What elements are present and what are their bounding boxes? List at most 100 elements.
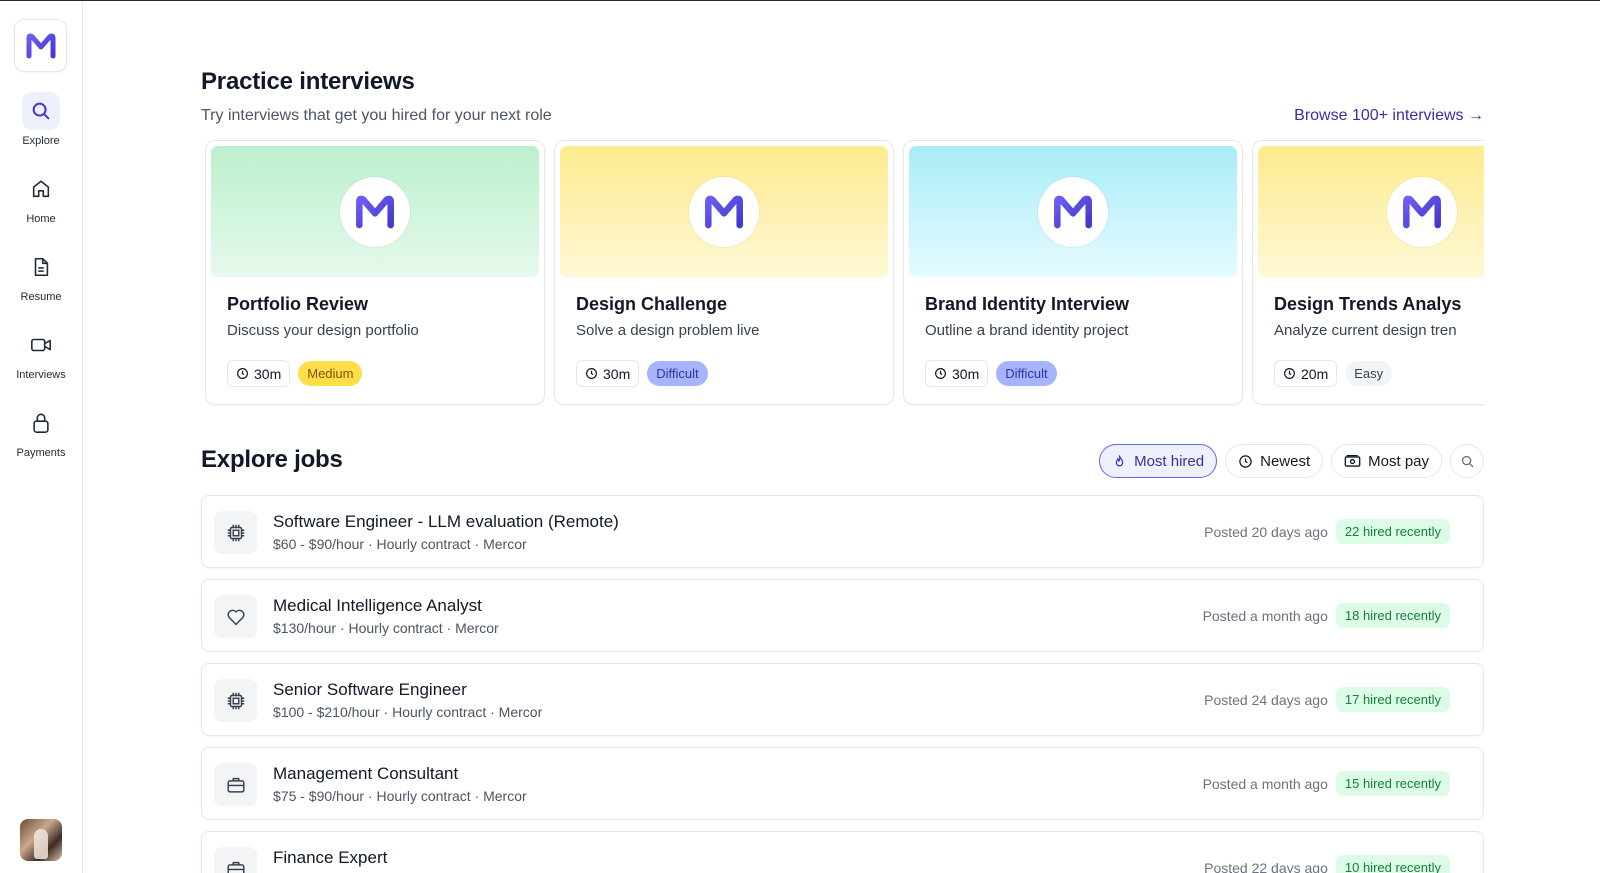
duration-value: 20m [1301, 365, 1329, 382]
card-meta: 30m Difficult [576, 360, 708, 387]
difficulty-badge: Difficult [996, 361, 1057, 386]
avatar[interactable] [20, 819, 62, 861]
heart-icon [214, 595, 257, 638]
sidebar-item-label: Resume [20, 291, 62, 303]
filter-newest[interactable]: Newest [1225, 444, 1324, 478]
browse-interviews-link[interactable]: Browse 100+ interviews → [1294, 107, 1484, 125]
search-icon [1461, 455, 1473, 467]
job-details: $130/hour · Hourly contract · Mercor [273, 620, 499, 636]
card-meta: 30m Difficult [925, 360, 1057, 387]
job-posted-date: Posted a month ago [1202, 607, 1328, 624]
chip-icon [214, 679, 257, 722]
duration-chip: 30m [576, 360, 640, 387]
job-title: Software Engineer - LLM evaluation (Remo… [273, 512, 619, 531]
interview-card[interactable]: Brand Identity Interview Outline a brand… [903, 140, 1243, 405]
job-filters: Most hired Newest Most pay [1099, 444, 1484, 478]
job-meta: Posted 20 days ago 22 hired recently [1204, 519, 1450, 544]
job-title: Medical Intelligence Analyst [273, 596, 482, 615]
card-title: Design Trends Analys [1274, 294, 1462, 314]
filter-label: Most hired [1134, 452, 1205, 470]
job-meta: Posted 22 days ago 10 hired recently [1204, 855, 1450, 873]
duration-chip: 30m [925, 360, 989, 387]
interview-card[interactable]: Design Trends Analys Analyze current des… [1252, 140, 1484, 405]
card-title: Portfolio Review [227, 294, 369, 314]
clock-icon [237, 368, 248, 379]
job-row[interactable]: Medical Intelligence Analyst $130/hour ·… [201, 579, 1484, 652]
job-meta: Posted 24 days ago 17 hired recently [1204, 687, 1450, 712]
job-row[interactable]: Software Engineer - LLM evaluation (Remo… [201, 495, 1484, 568]
card-banner [909, 146, 1237, 277]
clock-icon [1239, 454, 1252, 468]
interview-card[interactable]: Design Challenge Solve a design problem … [554, 140, 894, 405]
clock-icon [935, 368, 946, 379]
duration-value: 30m [952, 365, 980, 382]
job-posted-date: Posted 22 days ago [1204, 859, 1328, 873]
logo-m-icon [689, 176, 759, 247]
filter-most-hired[interactable]: Most hired [1099, 444, 1218, 478]
job-meta: Posted a month ago 15 hired recently [1203, 771, 1450, 796]
briefcase-icon [214, 763, 257, 806]
sidebar: Explore Home Resume Interviews Payments [0, 1, 83, 873]
card-description: Analyze current design tren [1274, 322, 1457, 339]
sidebar-item-resume[interactable]: Resume [0, 248, 82, 318]
job-posted-date: Posted 20 days ago [1204, 523, 1328, 540]
job-posted-date: Posted 24 days ago [1204, 691, 1328, 708]
card-description: Discuss your design portfolio [227, 322, 419, 339]
duration-value: 30m [254, 365, 282, 382]
logo-m-icon [340, 176, 410, 247]
video-icon [22, 326, 60, 364]
logo-m-icon [26, 33, 55, 58]
card-title: Brand Identity Interview [925, 294, 1130, 314]
job-details: $75 - $90/hour · Hourly contract · Merco… [273, 788, 527, 804]
sidebar-item-interviews[interactable]: Interviews [0, 326, 82, 396]
hired-badge: 17 hired recently [1335, 687, 1450, 712]
job-meta: Posted a month ago 18 hired recently [1203, 603, 1450, 628]
duration-chip: 20m [1274, 360, 1338, 387]
hired-badge: 22 hired recently [1335, 519, 1450, 544]
clock-icon [586, 368, 597, 379]
lock-icon [22, 404, 60, 442]
clock-icon [1284, 368, 1295, 379]
card-meta: 20m Easy [1274, 360, 1393, 387]
filter-most-pay[interactable]: Most pay [1331, 444, 1442, 478]
logo-m-icon [1038, 176, 1108, 247]
job-posted-date: Posted a month ago [1202, 775, 1328, 792]
practice-subtitle: Try interviews that get you hired for yo… [201, 107, 552, 124]
card-description: Outline a brand identity project [925, 322, 1129, 339]
card-banner [1258, 146, 1484, 277]
banknote-icon [1344, 454, 1361, 467]
card-banner [560, 146, 888, 277]
briefcase-icon [214, 847, 257, 873]
card-meta: 30m Medium [227, 360, 363, 387]
sidebar-item-label: Home [26, 213, 56, 225]
sidebar-item-home[interactable]: Home [0, 170, 82, 240]
hired-badge: 15 hired recently [1335, 771, 1450, 796]
search-icon [22, 92, 60, 130]
sidebar-item-label: Payments [16, 447, 66, 459]
interview-card[interactable]: Portfolio Review Discuss your design por… [205, 140, 545, 405]
job-details: $100 - $210/hour · Hourly contract · Mer… [273, 704, 543, 720]
sidebar-item-label: Interviews [16, 369, 66, 381]
sidebar-item-label: Explore [22, 135, 60, 147]
job-row[interactable]: Management Consultant $75 - $90/hour · H… [201, 747, 1484, 820]
card-description: Solve a design problem live [576, 322, 760, 339]
job-row[interactable]: Finance Expert Posted 22 days ago 10 hir… [201, 831, 1484, 873]
hired-badge: 10 hired recently [1335, 855, 1450, 873]
duration-value: 30m [603, 365, 631, 382]
job-row[interactable]: Senior Software Engineer $100 - $210/hou… [201, 663, 1484, 736]
job-search-button[interactable] [1450, 444, 1484, 478]
card-title: Design Challenge [576, 294, 728, 314]
interview-cards-carousel[interactable]: Portfolio Review Discuss your design por… [205, 140, 1484, 407]
page-title: Practice interviews [201, 68, 415, 95]
job-title: Finance Expert [273, 848, 388, 867]
sidebar-item-payments[interactable]: Payments [0, 404, 82, 474]
filter-label: Newest [1260, 452, 1311, 470]
flame-icon [1115, 454, 1124, 466]
home-icon [22, 170, 60, 208]
filter-label: Most pay [1368, 452, 1429, 470]
difficulty-badge: Medium [298, 361, 363, 386]
app-logo[interactable] [14, 19, 67, 72]
sidebar-item-explore[interactable]: Explore [0, 92, 82, 162]
chip-icon [214, 511, 257, 554]
job-details: $60 - $90/hour · Hourly contract · Merco… [273, 536, 527, 552]
